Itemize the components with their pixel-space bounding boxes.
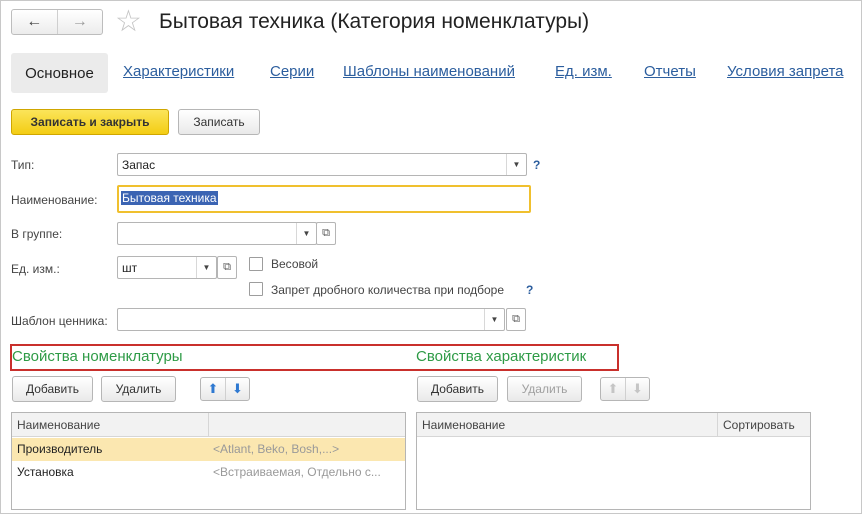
dropdown-arrow-icon[interactable]: ▼ bbox=[484, 309, 504, 330]
tab-reports[interactable]: Отчеты bbox=[644, 63, 696, 80]
group-label: В группе: bbox=[11, 227, 63, 241]
fraction-help-icon[interactable]: ? bbox=[526, 283, 533, 297]
price-template-label: Шаблон ценника: bbox=[11, 314, 108, 328]
product-properties-title: Свойства номенклатуры bbox=[12, 348, 183, 365]
tab-characteristics[interactable]: Характеристики bbox=[123, 63, 234, 80]
row-name: Установка bbox=[17, 465, 74, 479]
name-value: Бытовая техника bbox=[121, 191, 218, 205]
name-input[interactable]: Бытовая техника bbox=[117, 185, 531, 213]
type-value: Запас bbox=[122, 158, 156, 172]
row-name: Производитель bbox=[17, 442, 103, 456]
table-row[interactable]: Установка <Встраиваемая, Отдельно с... bbox=[12, 461, 405, 484]
tab-name-templates[interactable]: Шаблоны наименований bbox=[343, 63, 515, 80]
weight-checkbox[interactable] bbox=[249, 257, 263, 271]
window-frame: ← → ☆ Бытовая техника (Категория номенкл… bbox=[0, 0, 862, 514]
unit-value: шт bbox=[122, 261, 138, 275]
tab-units[interactable]: Ед. изм. bbox=[555, 63, 612, 80]
fraction-checkbox[interactable] bbox=[249, 282, 263, 296]
type-label: Тип: bbox=[11, 158, 35, 172]
row-values: <Встраиваемая, Отдельно с... bbox=[213, 465, 381, 479]
save-button[interactable]: Записать bbox=[178, 109, 260, 135]
group-select[interactable]: ▼ bbox=[117, 222, 317, 245]
unit-select[interactable]: шт ▼ bbox=[117, 256, 217, 279]
characteristic-properties-title: Свойства характеристик bbox=[416, 348, 587, 365]
back-arrow-icon[interactable]: ← bbox=[12, 10, 57, 34]
type-help-icon[interactable]: ? bbox=[533, 158, 540, 172]
delete-characteristic-property-button: Удалить bbox=[507, 376, 582, 402]
move-down-icon: ⬇ bbox=[625, 378, 649, 400]
tab-series[interactable]: Серии bbox=[270, 63, 314, 80]
dropdown-arrow-icon[interactable]: ▼ bbox=[506, 154, 526, 175]
save-and-close-button[interactable]: Записать и закрыть bbox=[11, 109, 169, 135]
page-title: Бытовая техника (Категория номенклатуры) bbox=[159, 10, 590, 33]
table-row[interactable]: Производитель <Atlant, Beko, Bosh,...> bbox=[12, 438, 405, 461]
move-up-icon: ⬆ bbox=[607, 381, 619, 397]
characteristic-properties-table: Наименование Сортировать bbox=[416, 412, 811, 510]
favorite-star-icon[interactable]: ☆ bbox=[115, 7, 142, 37]
nav-buttons: ← → bbox=[11, 9, 103, 35]
delete-property-button[interactable]: Удалить bbox=[101, 376, 176, 402]
column-header-name[interactable]: Наименование bbox=[417, 413, 717, 437]
weight-label: Весовой bbox=[271, 257, 319, 271]
table-header: Наименование bbox=[12, 413, 405, 437]
name-label: Наименование: bbox=[11, 193, 98, 207]
column-header-sort[interactable]: Сортировать bbox=[717, 413, 810, 437]
table-header: Наименование Сортировать bbox=[417, 413, 810, 437]
row-values: <Atlant, Beko, Bosh,...> bbox=[213, 442, 340, 456]
column-header-name[interactable]: Наименование bbox=[12, 413, 208, 437]
forward-arrow-icon[interactable]: → bbox=[56, 10, 103, 34]
open-form-icon[interactable]: ⧉ bbox=[316, 222, 336, 245]
move-down-icon[interactable]: ⬇ bbox=[225, 378, 249, 400]
column-header-values[interactable] bbox=[208, 413, 405, 437]
add-property-button[interactable]: Добавить bbox=[12, 376, 93, 402]
fraction-label: Запрет дробного количества при подборе bbox=[271, 283, 505, 297]
tab-main[interactable]: Основное bbox=[11, 53, 108, 93]
add-characteristic-property-button[interactable]: Добавить bbox=[417, 376, 498, 402]
type-select[interactable]: Запас ▼ bbox=[117, 153, 527, 176]
tab-restrictions[interactable]: Условия запрета bbox=[727, 63, 844, 80]
product-properties-table: Наименование Производитель <Atlant, Beko… bbox=[11, 412, 406, 510]
move-buttons: ⬆ ⬇ bbox=[200, 377, 250, 401]
open-form-icon[interactable]: ⧉ bbox=[217, 256, 237, 279]
dropdown-arrow-icon[interactable]: ▼ bbox=[296, 223, 316, 244]
move-up-icon[interactable]: ⬆ bbox=[201, 378, 225, 400]
move-buttons-disabled: ⬆ ⬇ bbox=[600, 377, 650, 401]
dropdown-arrow-icon[interactable]: ▼ bbox=[196, 257, 216, 278]
open-form-icon[interactable]: ⧉ bbox=[506, 308, 526, 331]
unit-label: Ед. изм.: bbox=[11, 262, 60, 276]
price-template-select[interactable]: ▼ bbox=[117, 308, 505, 331]
